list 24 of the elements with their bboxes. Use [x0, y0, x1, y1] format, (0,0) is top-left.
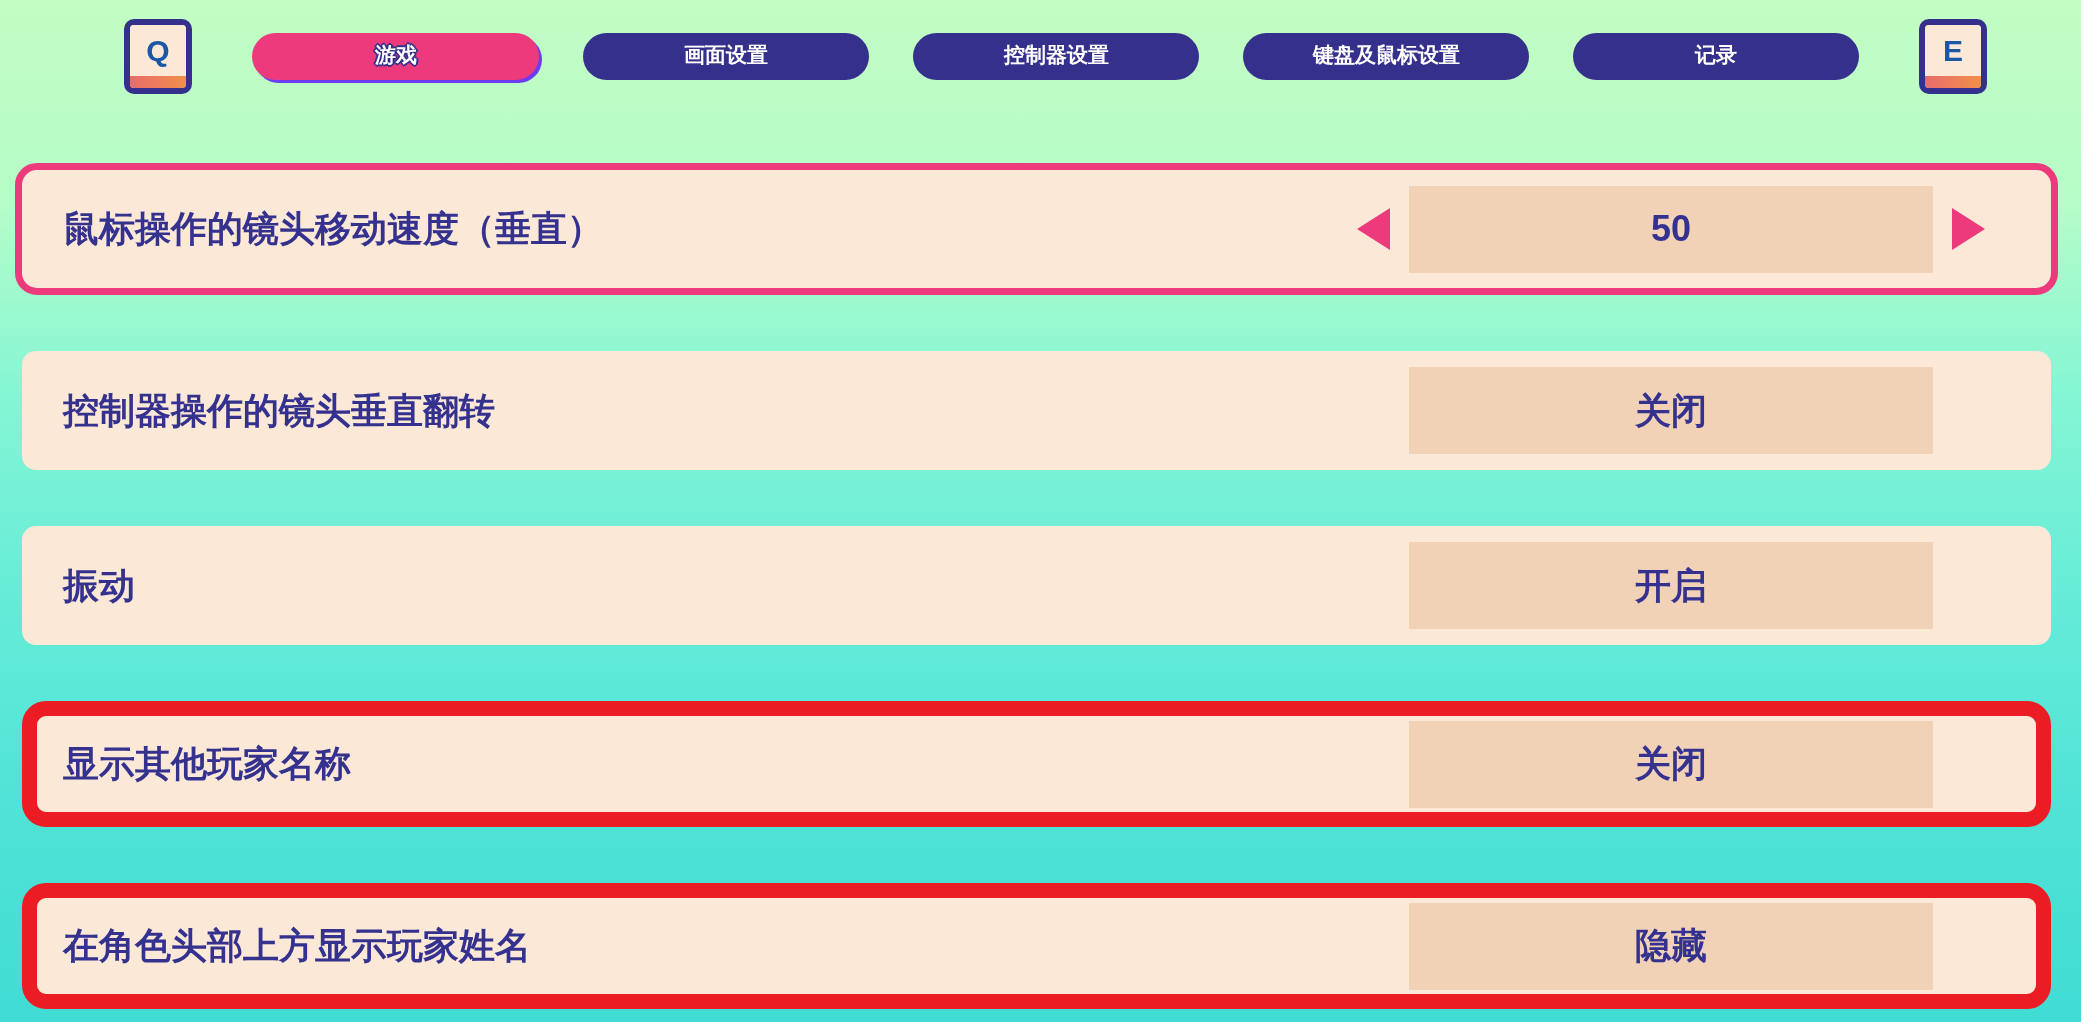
option-value[interactable]: 关闭	[1409, 720, 1933, 808]
category-tab[interactable]: 控制器设置	[913, 32, 1199, 80]
setting-label: 在角色头部上方显示玩家姓名	[63, 924, 531, 968]
category-tab[interactable]: 画面设置	[583, 32, 869, 80]
option-value[interactable]: 隐藏	[1409, 902, 1933, 990]
setting-row[interactable]: 振动 开启	[22, 526, 2051, 645]
previous-key-button[interactable]: Q	[124, 18, 192, 94]
setting-row[interactable]: 在角色头部上方显示玩家姓名 隐藏	[22, 883, 2051, 1009]
option-value[interactable]: 关闭	[1409, 367, 1933, 454]
setting-label: 控制器操作的镜头垂直翻转	[63, 388, 495, 433]
next-key-button[interactable]: E	[1919, 18, 1987, 94]
setting-row[interactable]: 控制器操作的镜头垂直翻转 关闭	[22, 351, 2051, 470]
option-value[interactable]: 50	[1409, 185, 1933, 273]
left-triangle-icon[interactable]	[1357, 208, 1390, 250]
setting-label: 鼠标操作的镜头移动速度（垂直）	[63, 207, 603, 251]
option-value[interactable]: 开启	[1409, 542, 1933, 629]
setting-row[interactable]: 鼠标操作的镜头移动速度（垂直） 50	[15, 163, 2058, 295]
category-tab[interactable]: 键盘及鼠标设置	[1243, 32, 1529, 80]
category-tab[interactable]: 游戏	[252, 32, 539, 80]
setting-label: 振动	[63, 563, 135, 608]
category-tab[interactable]: 记录	[1573, 32, 1859, 80]
setting-label: 显示其他玩家名称	[63, 742, 351, 786]
setting-row[interactable]: 显示其他玩家名称 关闭	[22, 701, 2051, 827]
right-triangle-icon[interactable]	[1952, 208, 1985, 250]
